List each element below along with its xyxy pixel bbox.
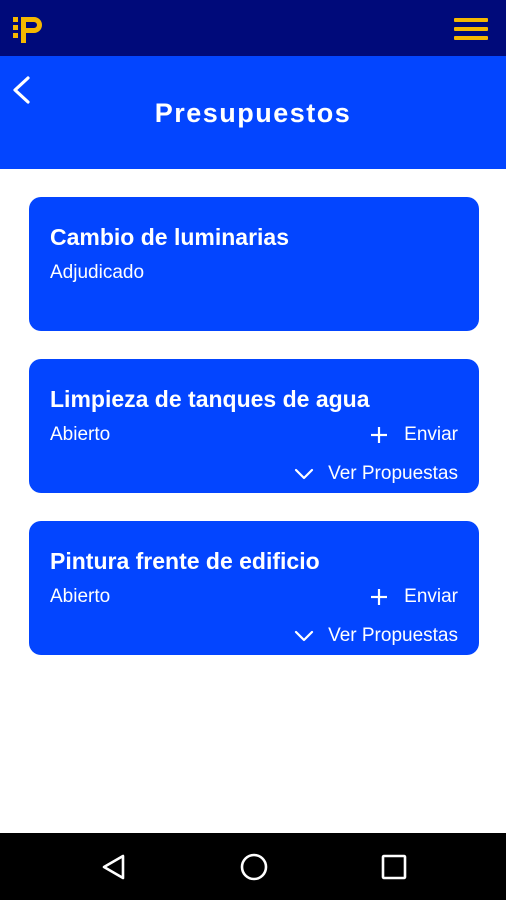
budget-card[interactable]: Cambio de luminarias Adjudicado — [29, 197, 479, 331]
view-proposals-button[interactable]: Ver Propuestas — [294, 623, 458, 649]
view-proposals-button[interactable]: Ver Propuestas — [294, 461, 458, 487]
top-app-bar — [0, 0, 506, 56]
view-proposals-label: Ver Propuestas — [328, 463, 458, 484]
square-recents-icon[interactable] — [378, 851, 410, 883]
chevron-down-icon — [294, 630, 314, 642]
view-proposals-label: Ver Propuestas — [328, 625, 458, 646]
plus-icon — [371, 589, 388, 605]
budget-card[interactable]: Limpieza de tanques de agua Abierto Envi… — [29, 359, 479, 493]
budget-status: Adjudicado — [50, 262, 145, 283]
budget-title: Pintura frente de edificio — [50, 548, 320, 574]
system-navigation-bar — [0, 833, 506, 900]
app-logo-ip-icon[interactable] — [12, 14, 44, 46]
send-label: Enviar — [404, 586, 458, 607]
budget-title: Limpieza de tanques de agua — [50, 386, 370, 412]
triangle-back-icon[interactable] — [98, 851, 130, 883]
budget-status: Abierto — [50, 424, 111, 445]
send-label: Enviar — [404, 424, 458, 445]
hamburger-menu-icon[interactable] — [454, 16, 488, 42]
circle-home-icon[interactable] — [238, 851, 270, 883]
send-button[interactable]: Enviar — [370, 422, 458, 448]
plus-icon — [371, 427, 388, 443]
send-button[interactable]: Enviar — [370, 584, 458, 610]
budget-status: Abierto — [50, 586, 111, 607]
chevron-down-icon — [294, 468, 314, 480]
page-title: Presupuestos — [154, 98, 352, 128]
page-header: Presupuestos — [0, 56, 506, 169]
budget-card[interactable]: Pintura frente de edificio Abierto Envia… — [29, 521, 479, 655]
budget-title: Cambio de luminarias — [50, 224, 290, 250]
